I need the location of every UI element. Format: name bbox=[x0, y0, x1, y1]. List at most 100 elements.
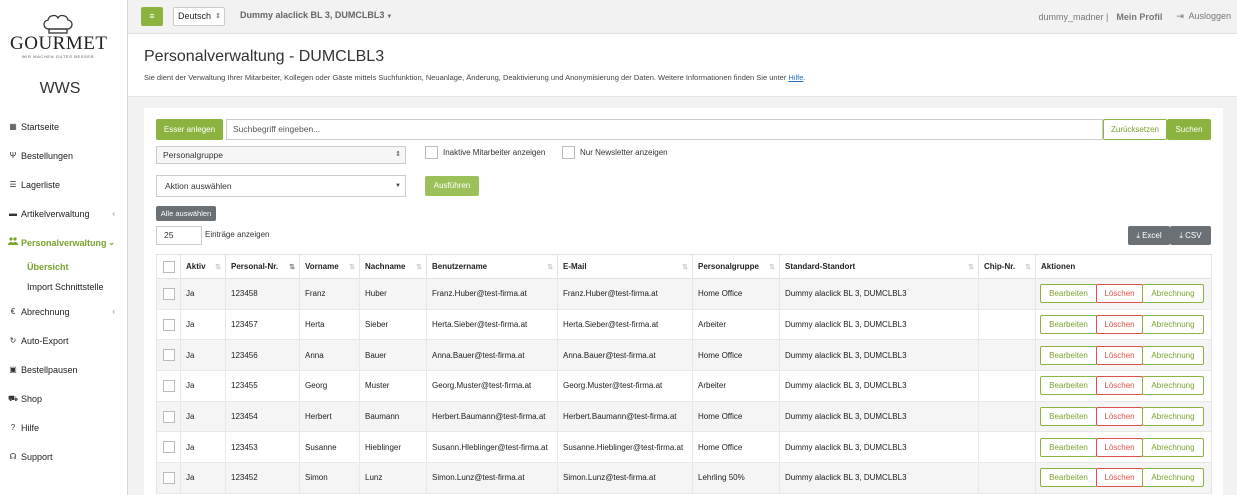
edit-button[interactable]: Bearbeiten bbox=[1040, 284, 1097, 304]
row-checkbox[interactable] bbox=[162, 410, 175, 423]
header-label: Benutzername bbox=[432, 262, 488, 271]
billing-button[interactable]: Abrechnung bbox=[1142, 437, 1204, 457]
export-excel-button[interactable]: ⤓ Excel bbox=[1128, 226, 1170, 245]
cell-chip-nr bbox=[978, 431, 1036, 464]
cell-personal-nr: 123453 bbox=[225, 431, 300, 464]
column-header-benutzername[interactable]: Benutzername ⇅ bbox=[426, 254, 558, 279]
row-checkbox[interactable] bbox=[162, 349, 175, 362]
sort-icon: ⇅ bbox=[682, 264, 688, 271]
cell-vorname: Georg bbox=[299, 370, 360, 402]
menu-toggle-button[interactable]: ≡ bbox=[141, 7, 163, 26]
delete-button[interactable]: Löschen bbox=[1096, 315, 1143, 335]
cell-personalgruppe: Arbeiter bbox=[692, 370, 780, 402]
billing-button[interactable]: Abrechnung bbox=[1142, 376, 1204, 396]
sidebar-item-label: Auto-Export bbox=[21, 335, 69, 346]
search-input[interactable]: Suchbegriff eingeben... bbox=[226, 119, 1103, 140]
billing-button[interactable]: Abrechnung bbox=[1142, 284, 1204, 304]
export-csv-button[interactable]: ⤓ CSV bbox=[1170, 226, 1211, 245]
column-header-personal-nr[interactable]: Personal-Nr. ⇅ bbox=[225, 254, 300, 279]
column-header-standard-standort[interactable]: Standard-Standort ⇅ bbox=[779, 254, 979, 279]
logout-icon: ⇥ bbox=[1176, 11, 1184, 21]
cell-actions: Bearbeiten Löschen Abrechnung bbox=[1035, 278, 1212, 310]
row-checkbox[interactable] bbox=[162, 379, 175, 392]
brand-logo[interactable]: GOURMET WIR MACHEN GUTES BESSER bbox=[10, 14, 107, 59]
column-header-nachname[interactable]: Nachname ⇅ bbox=[359, 254, 427, 279]
cell-nachname: Hieblinger bbox=[359, 431, 427, 464]
cutlery-icon: Ψ bbox=[9, 150, 17, 160]
sidebar-item-personalverwaltung[interactable]: Personalverwaltung ⌄ bbox=[0, 228, 127, 257]
sidebar: GOURMET WIR MACHEN GUTES BESSER WWS ▦ St… bbox=[0, 0, 128, 495]
row-checkbox[interactable] bbox=[162, 471, 175, 484]
column-header-personalgruppe[interactable]: Personalgruppe ⇅ bbox=[692, 254, 780, 279]
billing-button[interactable]: Abrechnung bbox=[1142, 468, 1204, 488]
sidebar-item-abrechnung[interactable]: € Abrechnung ‹ bbox=[0, 297, 127, 326]
sidebar-item-artikelverwaltung[interactable]: ▬ Artikelverwaltung ‹ bbox=[0, 199, 127, 228]
column-header-email[interactable]: E-Mail ⇅ bbox=[557, 254, 693, 279]
edit-button[interactable]: Bearbeiten bbox=[1040, 468, 1097, 488]
entries-per-page-select[interactable]: 25 bbox=[156, 226, 202, 245]
delete-button[interactable]: Löschen bbox=[1096, 376, 1143, 396]
edit-button[interactable]: Bearbeiten bbox=[1040, 315, 1097, 335]
select-all-button[interactable]: Alle auswählen bbox=[156, 206, 216, 221]
cell-personal-nr: 123452 bbox=[225, 462, 300, 494]
search-button[interactable]: Suchen bbox=[1167, 119, 1211, 140]
header-checkbox[interactable] bbox=[162, 260, 175, 273]
newsletter-only-checkbox[interactable] bbox=[562, 146, 575, 159]
column-header-chip-nr[interactable]: Chip-Nr. ⇅ bbox=[978, 254, 1036, 279]
cell-benutzername: Herta.Sieber@test-firma.at bbox=[426, 308, 558, 341]
delete-button[interactable]: Löschen bbox=[1096, 407, 1143, 427]
column-header-aktiv[interactable]: Aktiv ⇅ bbox=[180, 254, 226, 279]
sidebar-item-bestellpausen[interactable]: ▣ Bestellpausen bbox=[0, 355, 127, 384]
sort-icon: ⇅ bbox=[968, 264, 974, 271]
sidebar-item-support[interactable]: ☊ Support bbox=[0, 442, 127, 471]
edit-button[interactable]: Bearbeiten bbox=[1040, 345, 1097, 365]
sidebar-item-bestellungen[interactable]: Ψ Bestellungen bbox=[0, 141, 127, 170]
sidebar-item-lagerliste[interactable]: ☰ Lagerliste bbox=[0, 170, 127, 199]
newsletter-only-label: Nur Newsletter anzeigen bbox=[580, 148, 668, 157]
sidebar-item-startseite[interactable]: ▦ Startseite bbox=[0, 112, 127, 141]
sidebar-item-label: Personalverwaltung bbox=[21, 237, 107, 248]
row-checkbox[interactable] bbox=[162, 287, 175, 300]
cell-actions: Bearbeiten Löschen Abrechnung bbox=[1035, 339, 1212, 372]
delete-button[interactable]: Löschen bbox=[1096, 468, 1143, 488]
action-select[interactable]: Aktion auswählen ▼ bbox=[156, 175, 406, 197]
location-dropdown[interactable]: Dummy alaclick BL 3, DUMCLBL3 ▼ bbox=[240, 10, 392, 20]
calendar-icon: ▣ bbox=[9, 364, 17, 374]
edit-button[interactable]: Bearbeiten bbox=[1040, 407, 1097, 427]
edit-button[interactable]: Bearbeiten bbox=[1040, 376, 1097, 396]
language-select[interactable]: Deutsch ⇕ bbox=[173, 7, 225, 26]
sidebar-subitem-import[interactable]: Import Schnittstelle bbox=[0, 277, 127, 297]
delete-button[interactable]: Löschen bbox=[1096, 345, 1143, 365]
hamburger-icon: ≡ bbox=[149, 11, 155, 21]
description-text: Sie dient der Verwaltung Ihrer Mitarbeit… bbox=[144, 73, 789, 82]
billing-button[interactable]: Abrechnung bbox=[1142, 345, 1204, 365]
header-label: Personal-Nr. bbox=[231, 262, 279, 271]
delete-button[interactable]: Löschen bbox=[1096, 284, 1143, 304]
help-link[interactable]: Hilfe bbox=[788, 73, 803, 82]
sort-icon: ⇅ bbox=[416, 264, 422, 271]
cell-chip-nr bbox=[978, 339, 1036, 372]
execute-button[interactable]: Ausführen bbox=[425, 176, 479, 196]
billing-button[interactable]: Abrechnung bbox=[1142, 407, 1204, 427]
sidebar-item-auto-export[interactable]: ↻ Auto-Export bbox=[0, 326, 127, 355]
sidebar-subitem-uebersicht[interactable]: Übersicht bbox=[0, 257, 127, 277]
profile-link[interactable]: Mein Profil bbox=[1116, 12, 1162, 22]
create-person-button[interactable]: Esser anlegen bbox=[156, 119, 223, 140]
personnel-group-select[interactable]: Personalgruppe ⇕ bbox=[156, 146, 406, 164]
select-arrows-icon: ⇕ bbox=[215, 13, 221, 20]
delete-button[interactable]: Löschen bbox=[1096, 437, 1143, 457]
cell-personal-nr: 123458 bbox=[225, 278, 300, 310]
reset-button[interactable]: Zurücksetzen bbox=[1103, 119, 1167, 140]
column-header-vorname[interactable]: Vorname ⇅ bbox=[299, 254, 360, 279]
table-row: Ja 123452 Simon Lunz Simon.Lunz@test-fir… bbox=[156, 462, 1212, 494]
edit-button[interactable]: Bearbeiten bbox=[1040, 437, 1097, 457]
cell-personalgruppe: Home Office bbox=[692, 278, 780, 310]
row-checkbox[interactable] bbox=[162, 441, 175, 454]
sidebar-item-hilfe[interactable]: ? Hilfe bbox=[0, 413, 127, 442]
row-checkbox[interactable] bbox=[162, 318, 175, 331]
inactive-employees-checkbox[interactable] bbox=[425, 146, 438, 159]
billing-button[interactable]: Abrechnung bbox=[1142, 315, 1204, 335]
row-select-cell bbox=[156, 339, 181, 372]
logout-link[interactable]: ⇥ Ausloggen bbox=[1176, 11, 1231, 22]
sidebar-item-shop[interactable]: ⛟ Shop bbox=[0, 384, 127, 413]
